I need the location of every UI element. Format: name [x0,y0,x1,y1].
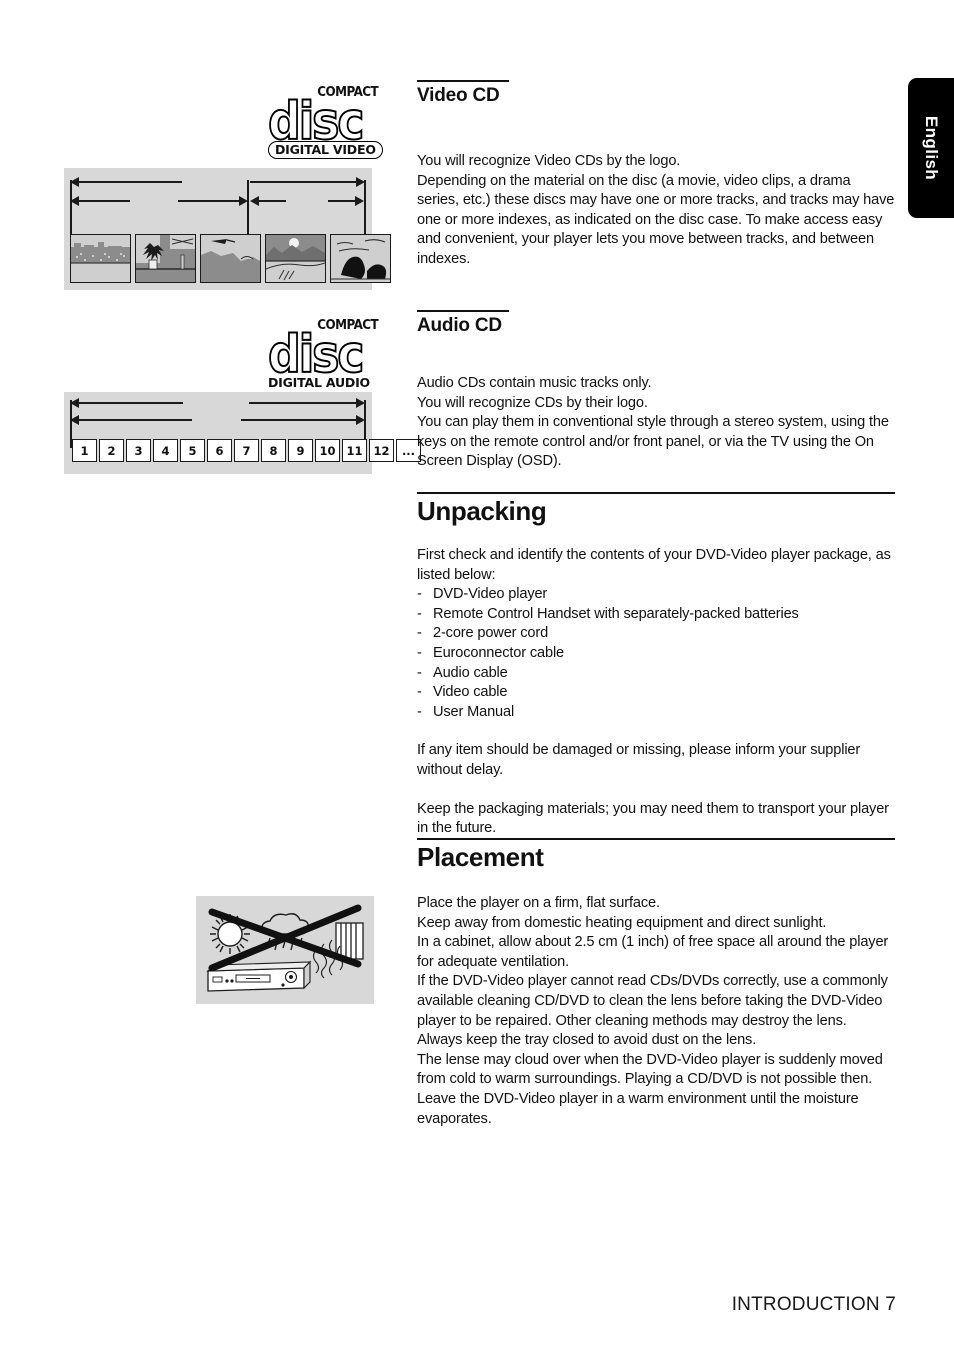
list-item: - Audio cable [417,664,895,684]
list-dash: - [417,684,422,701]
cd-logo-mark: COMPACT disc [267,318,378,383]
placement-body-text: Place the player on a firm, flat surface… [417,895,889,1127]
unpacking-heading: Unpacking [417,495,547,526]
unpacking-packaging-text: Keep the packaging materials; you may ne… [417,800,889,837]
video-cd-track-index-diagram [64,168,391,290]
audio-arrow-top-left [70,397,248,408]
sub-heading-rule [417,310,509,312]
list-item-label: User Manual [433,703,515,720]
list-item-label: Euroconnector cable [433,644,565,661]
list-item: - Video cable [417,683,895,703]
compact-disc-digital-video-logo: COMPACT disc DIGITAL VIDEO [267,85,383,159]
unpacking-intro-text: First check and identify the contents of… [417,547,891,583]
track-box: 9 [288,439,313,462]
section-audio-cd: Audio CD [417,310,895,337]
section-unpacking: Unpacking [417,492,895,527]
list-item: - DVD-Video player [417,585,895,605]
section-placement: Placement [417,838,895,873]
cd-logo-digital-video-text: DIGITAL VIDEO [268,141,383,159]
cd-logo-disc-text: disc [267,324,365,385]
video-cd-body: You will recognize Video CDs by the logo… [417,152,895,270]
list-item: - Remote Control Handset with separately-… [417,605,895,625]
track-box: 3 [126,439,151,462]
video-track-arrow-1 [70,176,248,187]
track-box: 8 [261,439,286,462]
scene-thumbnail [200,234,261,283]
placement-body: Place the player on a firm, flat surface… [417,894,895,1129]
cd-logo-mark: COMPACT disc [267,85,378,150]
video-index-arrow-1 [70,195,248,206]
audio-arrow-bottom-right [239,414,365,425]
illustration-column: COMPACT disc DIGITAL VIDEO COMPACT disc … [0,0,421,1351]
unpacking-damaged-text: If any item should be damaged or missing… [417,742,861,778]
track-box: 2 [99,439,124,462]
list-dash: - [417,644,422,661]
track-box: 7 [234,439,259,462]
list-item-label: 2-core power cord [433,625,549,642]
track-box: 5 [180,439,205,462]
main-heading-rule [417,492,895,494]
video-track-arrow-2 [247,176,365,187]
list-item: -2-core power cord [417,624,895,644]
audio-arrow-bottom-left [70,414,248,425]
track-box: 6 [207,439,232,462]
compact-disc-digital-audio-logo: COMPACT disc DIGITAL AUDIO [267,318,378,390]
radiator-icon [335,922,364,960]
scene-thumbnail [135,234,196,283]
section-video-cd: Video CD [417,80,895,107]
page-footer: INTRODUCTION 7 [731,1294,896,1315]
list-item: - User Manual [417,703,895,723]
list-item-label: Remote Control Handset with separately-p… [433,605,799,622]
list-dash: - [417,625,422,642]
audio-cd-track-diagram: 1 2 3 4 5 6 7 8 9 10 11 12 ... [64,392,421,474]
audio-cd-body: Audio CDs contain music tracks only. You… [417,374,895,472]
placement-heading: Placement [417,841,544,872]
cd-logo-digital-audio-text: DIGITAL AUDIO [268,375,370,390]
placement-warning-illustration [196,896,374,1004]
list-item-label: DVD-Video player [433,586,548,603]
video-index-arrow-2 [250,195,364,206]
scene-thumbnail [70,234,131,283]
sub-heading-rule [417,80,509,82]
list-item-label: Audio cable [433,664,508,681]
video-cd-body-text: You will recognize Video CDs by the logo… [417,153,895,267]
track-box: 1 [72,439,97,462]
audio-cd-body-text: Audio CDs contain music tracks only. You… [417,375,889,470]
list-item: - Euroconnector cable [417,644,895,664]
language-tab: English [908,78,954,218]
video-cd-heading: Video CD [417,84,500,106]
video-scene-thumbnails [70,234,391,283]
scene-thumbnail [265,234,326,283]
audio-track-box-list: 1 2 3 4 5 6 7 8 9 10 11 12 ... [72,439,421,462]
language-tab-label: English [922,115,941,181]
list-dash: - [417,586,422,603]
list-dash: - [417,703,422,720]
list-item-label: Video cable [433,684,508,701]
main-heading-rule [417,838,895,840]
track-box: 11 [342,439,367,462]
track-box: 4 [153,439,178,462]
track-box: 12 [369,439,394,462]
audio-arrow-top-right [247,397,365,408]
unpacking-body: First check and identify the contents of… [417,546,895,839]
list-dash: - [417,664,422,681]
audio-cd-heading: Audio CD [417,314,502,336]
list-dash: - [417,605,422,622]
track-box: 10 [315,439,340,462]
unpacking-items-list: - DVD-Video player - Remote Control Handse… [417,585,895,722]
scene-thumbnail [330,234,391,283]
